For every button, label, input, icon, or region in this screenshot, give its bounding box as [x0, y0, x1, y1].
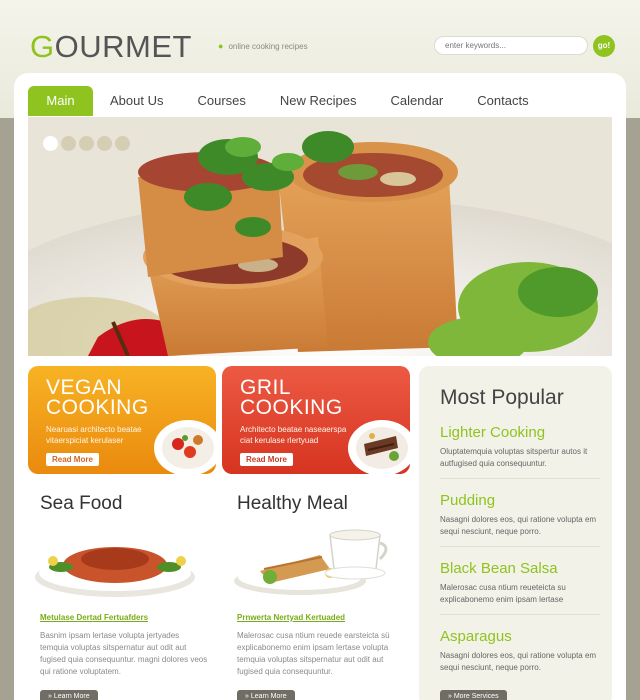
vegan-banner-text: Nearuasi architecto beatae vitaerspiciat… — [46, 425, 142, 445]
most-popular-heading: Most Popular — [440, 386, 564, 409]
hero-food-image — [28, 117, 612, 356]
site-logo[interactable]: GOURMET — [30, 29, 192, 65]
popular-item-title[interactable]: Lighter Cooking — [440, 424, 600, 442]
healthy-meal-heading: Healthy Meal — [237, 493, 348, 514]
popular-item-title[interactable]: Pudding — [440, 492, 600, 510]
healthy-meal-text: Malerosac cusa ntium reuede earsteicta s… — [237, 631, 390, 676]
popular-item: Black Bean Salsa Malerosac cusa ntium re… — [440, 560, 600, 606]
slider-dot[interactable] — [97, 136, 112, 151]
hero-slider[interactable] — [28, 117, 612, 356]
popular-item: Asparagus Nasagni dolores eos, qui ratio… — [440, 628, 600, 674]
popular-item: Lighter Cooking Oluptatemquia voluptas s… — [440, 424, 600, 470]
sea-food-article-link[interactable]: Metulase Dertad Fertuafders — [40, 613, 148, 622]
healthy-meal-learn-more-button[interactable]: » Learn More — [237, 690, 295, 700]
nav-item-calendar[interactable]: Calendar — [374, 86, 461, 116]
vegan-read-more-button[interactable]: Read More — [46, 453, 99, 466]
sea-food-text: Basnim ipsam lertase volupta jertyades t… — [40, 631, 208, 676]
slider-dot[interactable] — [115, 136, 130, 151]
grill-cooking-banner[interactable]: GRIL COOKING Architecto beatae naseaersp… — [222, 366, 410, 474]
slider-dots — [43, 136, 130, 151]
divider — [440, 614, 600, 615]
main-nav: Main About Us Courses New Recipes Calend… — [28, 86, 546, 116]
grill-dish-image — [348, 420, 410, 474]
popular-item: Pudding Nasagni dolores eos, qui ratione… — [440, 492, 600, 538]
slider-dot[interactable] — [79, 136, 94, 151]
nav-item-new-recipes[interactable]: New Recipes — [263, 86, 374, 116]
vegan-cooking-banner[interactable]: VEGAN COOKING Nearuasi architecto beatae… — [28, 366, 216, 474]
slider-dot[interactable] — [43, 136, 58, 151]
vegan-banner-title: VEGAN COOKING — [46, 376, 149, 419]
sea-food-heading: Sea Food — [40, 493, 123, 514]
search-go-button[interactable]: go! — [593, 35, 615, 57]
popular-item-title[interactable]: Black Bean Salsa — [440, 560, 600, 578]
slider-dot[interactable] — [61, 136, 76, 151]
popular-item-title[interactable]: Asparagus — [440, 628, 600, 646]
nav-item-main[interactable]: Main — [28, 86, 93, 116]
search-input[interactable] — [434, 36, 588, 55]
nav-item-courses[interactable]: Courses — [180, 86, 262, 116]
sea-food-learn-more-button[interactable]: » Learn More — [40, 690, 98, 700]
more-services-button[interactable]: » More Services — [440, 690, 507, 700]
popular-item-text: Oluptatemquia voluptas sitspertur autos … — [440, 447, 588, 468]
popular-item-text: Nasagni dolores eos, qui ratione volupta… — [440, 651, 597, 672]
nav-item-contacts[interactable]: Contacts — [460, 86, 545, 116]
divider — [440, 546, 600, 547]
grill-read-more-button[interactable]: Read More — [240, 453, 293, 466]
grill-banner-title: GRIL COOKING — [240, 376, 343, 419]
popular-item-text: Malerosac cusa ntium reueteicta su expli… — [440, 583, 566, 604]
bullet-icon: ● — [218, 41, 224, 51]
divider — [440, 478, 600, 479]
site-tagline: ● online cooking recipes — [218, 41, 308, 51]
healthy-meal-article-link[interactable]: Prnwerta Nertyad Kertuaded — [237, 613, 345, 622]
grill-banner-text: Architecto beatae naseaerspa ciat kerula… — [240, 425, 347, 445]
popular-item-text: Nasagni dolores eos, qui ratione volupta… — [440, 515, 597, 536]
healthy-meal-image — [234, 529, 388, 595]
vegan-dish-image — [154, 420, 216, 474]
sea-food-image — [35, 547, 195, 597]
nav-item-about-us[interactable]: About Us — [93, 86, 180, 116]
